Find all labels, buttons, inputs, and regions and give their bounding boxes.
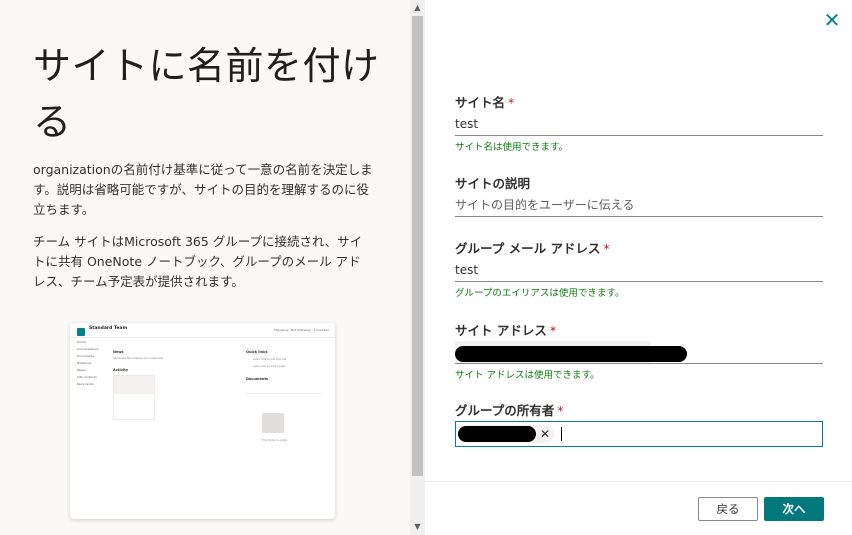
redacted-owner-name: [458, 426, 536, 442]
preview-nav-item: Recycle bin: [77, 382, 95, 386]
group-email-input[interactable]: test: [455, 259, 823, 282]
site-name-success-message: サイト名は使用できます。: [455, 142, 569, 153]
preview-folder-icon: [262, 413, 284, 433]
site-preview-image: Standard Team Following · Not following …: [70, 323, 335, 519]
required-mark: *: [557, 403, 564, 418]
site-description-label: サイトの説明: [455, 176, 531, 191]
preview-documents-heading: Documents: [246, 377, 269, 381]
preview-docs-empty: This folder is empty: [262, 439, 288, 442]
close-icon[interactable]: ✕: [822, 10, 842, 30]
next-button[interactable]: 次へ: [764, 497, 824, 521]
group-email-label-text: グループ メール アドレス: [455, 241, 601, 256]
preview-news-text: Showcase this heading and notes here: [113, 357, 164, 360]
site-address-success-message: サイト アドレスは使用できます。: [455, 370, 600, 381]
preview-activity-heading: Activity: [113, 368, 129, 372]
preview-nav-item: Conversations: [77, 347, 99, 351]
preview-activity-thumbnail: [114, 376, 154, 394]
preview-nav-item: Notebook: [77, 361, 92, 365]
preview-doc-divider: [246, 393, 321, 394]
scrollbar[interactable]: ▲ ▼: [410, 0, 425, 535]
form-panel: ✕ サイト名 * test サイト名は使用できます。 サイトの説明 サイトの目的を…: [425, 0, 852, 535]
group-owner-label-text: グループの所有者: [455, 403, 555, 418]
site-name-input[interactable]: test: [455, 113, 823, 136]
redacted-site-address: [455, 346, 687, 362]
text-cursor: [561, 427, 562, 441]
description-paragraph-1: organizationの名前付け基準に従って一意の名前を決定します。説明は省略…: [33, 162, 373, 217]
required-mark: *: [603, 241, 610, 256]
preview-quicklink: Learn how to use this site: [253, 358, 287, 361]
required-mark: *: [508, 95, 515, 110]
preview-site-title: Standard Team: [89, 326, 128, 331]
footer-divider: [425, 481, 852, 482]
group-owner-field: グループの所有者 * ✕: [455, 400, 823, 447]
back-button[interactable]: 戻る: [698, 497, 758, 521]
panel-description: organizationの名前付け基準に従って一意の名前を決定します。説明は省略…: [33, 160, 373, 304]
panel-title: サイトに名前を付ける: [33, 44, 380, 144]
preview-nav-item: Home: [77, 340, 86, 344]
preview-site-logo: [77, 328, 85, 336]
site-address-label: サイト アドレス *: [455, 320, 823, 339]
site-name-label: サイト名 *: [455, 92, 823, 111]
description-paragraph-2: チーム サイトはMicrosoft 365 グループに接続され、サイトに共有 O…: [33, 234, 363, 289]
group-owner-picker[interactable]: ✕: [455, 421, 823, 447]
site-description-field: サイトの説明 サイトの目的をユーザーに伝える: [455, 173, 823, 217]
owner-persona-chip[interactable]: ✕: [458, 425, 554, 443]
scrollbar-thumb[interactable]: [412, 16, 423, 476]
preview-nav: Home Conversations Documents Notebook Pa…: [77, 339, 98, 388]
remove-owner-icon[interactable]: ✕: [540, 425, 550, 443]
preview-nav-item: Pages: [77, 368, 86, 372]
group-owner-label: グループの所有者 *: [455, 400, 823, 419]
preview-news-heading: News: [113, 350, 124, 354]
site-name-label-text: サイト名: [455, 95, 506, 110]
preview-quicklink: Learn how to add a page: [253, 365, 286, 368]
preview-activity-card: [113, 375, 155, 420]
group-email-label: グループ メール アドレス *: [455, 238, 823, 257]
info-panel: サイトに名前を付ける organizationの名前付け基準に従って一意の名前を…: [0, 0, 410, 535]
scroll-down-icon[interactable]: ▼: [410, 521, 425, 533]
group-email-field: グループ メール アドレス * test グループのエイリアスは使用できます。: [455, 238, 823, 299]
required-mark: *: [549, 323, 557, 338]
preview-divider: [70, 337, 335, 338]
site-address-label-text: サイト アドレス: [455, 323, 547, 338]
site-description-input[interactable]: サイトの目的をユーザーに伝える: [455, 194, 823, 217]
group-email-success-message: グループのエイリアスは使用できます。: [455, 288, 625, 299]
scroll-up-icon[interactable]: ▲: [410, 2, 425, 14]
preview-top-actions: Following · Not following · 1 member: [273, 328, 329, 332]
site-address-field: サイト アドレス * サイト アドレスは使用できます。: [455, 320, 823, 381]
site-name-field: サイト名 * test サイト名は使用できます。: [455, 92, 823, 153]
preview-nav-item: Site contents: [77, 375, 97, 379]
preview-quicklinks-heading: Quick links: [246, 350, 268, 354]
preview-nav-item: Documents: [77, 354, 95, 358]
